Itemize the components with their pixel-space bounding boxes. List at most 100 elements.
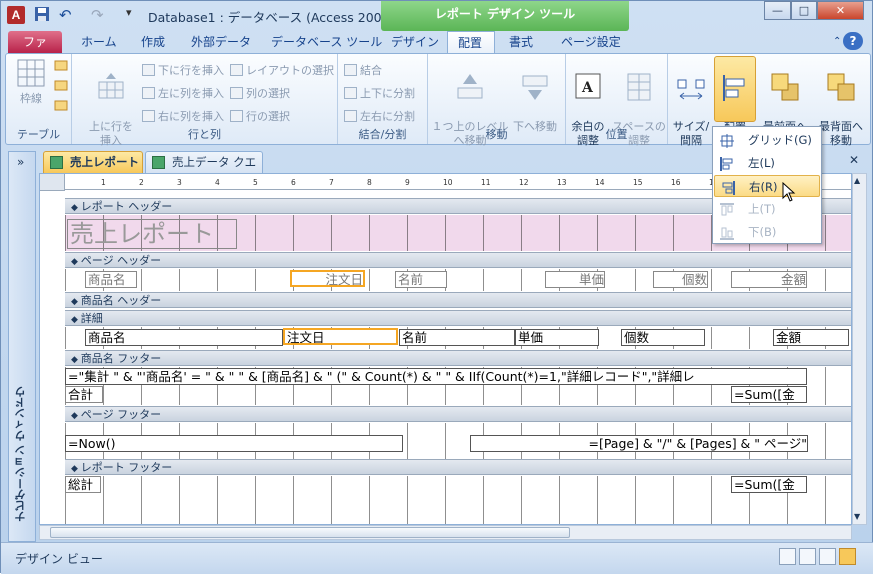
label-price[interactable]: 単価 xyxy=(545,271,605,288)
scroll-up-icon[interactable]: ▲ xyxy=(854,176,860,185)
label-product[interactable]: 商品名 xyxy=(85,271,137,288)
ribbon-tabs: ファイル ホーム 作成 外部データ データベース ツール デザイン 配置 書式 … xyxy=(1,29,873,71)
print-preview-icon[interactable] xyxy=(799,548,816,565)
table-layout-icons[interactable] xyxy=(54,59,68,121)
group-rows-columns: 上に行を 挿入 下に行を挿入 左に列を挿入 右に列を挿入 レイアウトの選択 列の… xyxy=(72,54,338,147)
align-bottom-icon xyxy=(720,225,734,240)
page-number-textbox[interactable]: =[Page] & "/" & [Pages] & " ページ" xyxy=(470,435,808,452)
split-vertical-button[interactable]: 上下に分割 xyxy=(344,85,415,101)
gridlines-button[interactable]: 枠線 xyxy=(14,58,48,106)
horizontal-scrollbar[interactable] xyxy=(39,525,852,540)
group-move: １つ上のレベル へ移動 下へ移動 移動 xyxy=(428,54,566,147)
insert-col-right-button[interactable]: 右に列を挿入 xyxy=(142,108,224,124)
band-report-footer[interactable]: 総計 =Sum([金 xyxy=(65,476,851,524)
report-title-label[interactable]: 売上レポート xyxy=(67,219,237,249)
tab-home[interactable]: ホーム xyxy=(71,31,127,53)
band-page-header[interactable]: 商品名 注文日 名前 単価 個数 金額 xyxy=(65,269,851,291)
align-button[interactable]: 配置 xyxy=(714,56,756,134)
vertical-scrollbar[interactable]: ▲ ▼ xyxy=(852,173,867,525)
navigation-pane[interactable]: » ナビゲーション ウィンドウ xyxy=(8,151,36,542)
scroll-down-icon[interactable]: ▼ xyxy=(854,512,860,521)
label-grand-total[interactable]: 総計 xyxy=(65,476,101,493)
tab-page-setup[interactable]: ページ設定 xyxy=(551,31,631,53)
menu-align-bottom[interactable]: 下(B) xyxy=(714,221,820,243)
align-dropdown-menu: グリッド(G) 左(L) 右(R) 上(T) 下(B) xyxy=(712,126,822,244)
insert-row-below-button[interactable]: 下に行を挿入 xyxy=(142,62,224,78)
subtotal-sum-textbox[interactable]: =Sum([金 xyxy=(731,386,807,403)
access-app-icon[interactable]: A xyxy=(7,6,25,24)
move-up-icon xyxy=(455,72,485,102)
section-report-footer[interactable]: ◆ レポート フッター xyxy=(65,459,851,475)
select-row-button[interactable]: 行の選択 xyxy=(230,108,290,124)
minimize-button[interactable]: — xyxy=(764,1,791,20)
label-subtotal[interactable]: 合計 xyxy=(65,386,103,403)
section-page-footer[interactable]: ◆ ページ フッター xyxy=(65,406,851,422)
size-space-button[interactable]: サイズ/ 間隔 xyxy=(670,58,712,148)
grand-total-sum-textbox[interactable]: =Sum([金 xyxy=(731,476,807,493)
send-to-back-button[interactable]: 最背面へ 移動 xyxy=(814,58,868,148)
split-horizontal-button[interactable]: 左右に分割 xyxy=(344,108,415,124)
report-view-icon[interactable] xyxy=(779,548,796,565)
tab-design[interactable]: デザイン xyxy=(381,31,449,53)
section-page-header[interactable]: ◆ ページ ヘッダー xyxy=(65,252,851,268)
label-name[interactable]: 名前 xyxy=(395,271,447,288)
field-amount[interactable]: 金額 xyxy=(773,329,849,346)
menu-align-left[interactable]: 左(L) xyxy=(714,152,820,174)
field-quantity[interactable]: 個数 xyxy=(621,329,705,346)
status-bar: デザイン ビュー xyxy=(1,542,873,574)
help-icon[interactable]: ? xyxy=(843,32,863,50)
layout-view-icon[interactable] xyxy=(819,548,836,565)
section-group-footer[interactable]: ◆ 商品名 フッター xyxy=(65,350,851,366)
band-page-footer[interactable]: =Now() =[Page] & "/" & [Pages] & " ページ" xyxy=(65,423,851,461)
design-view-icon[interactable] xyxy=(839,548,856,565)
close-document-icon[interactable]: ✕ xyxy=(849,153,859,167)
menu-align-grid[interactable]: グリッド(G) xyxy=(714,129,820,151)
query-icon xyxy=(152,156,165,169)
doc-tab-sales-query[interactable]: 売上データ クエリ xyxy=(145,151,263,190)
field-product[interactable]: 商品名 xyxy=(85,329,283,346)
ruler-number: 2 xyxy=(139,178,144,187)
tab-format[interactable]: 書式 xyxy=(499,31,543,53)
move-down-button[interactable]: 下へ移動 xyxy=(510,58,560,134)
select-layout-button[interactable]: レイアウトの選択 xyxy=(230,62,334,78)
band-detail[interactable]: 商品名 注文日 名前 単価 個数 金額 xyxy=(65,327,851,349)
doc-tab-sales-report[interactable]: 売上レポート xyxy=(43,151,143,173)
menu-align-top[interactable]: 上(T) xyxy=(714,198,820,220)
gridlines-icon xyxy=(16,58,46,88)
svg-text:A: A xyxy=(581,80,594,96)
merge-button[interactable]: 結合 xyxy=(344,62,382,78)
nav-pane-toggle[interactable]: » xyxy=(17,155,24,169)
access-window: A ↶ ↷ ▾ Database1 : データベース (Access 200..… xyxy=(0,0,873,574)
tab-create[interactable]: 作成 xyxy=(131,31,175,53)
undo-icon[interactable]: ↶ xyxy=(59,6,72,24)
close-button[interactable]: ✕ xyxy=(817,1,864,20)
ruler-number: 16 xyxy=(671,178,681,187)
group-summary-textbox[interactable]: ="集計 " & "'商品名' = " & " " & [商品名] & " ("… xyxy=(65,368,807,385)
save-icon[interactable] xyxy=(34,6,50,24)
horizontal-scroll-thumb[interactable] xyxy=(50,527,570,538)
field-price[interactable]: 単価 xyxy=(515,329,599,346)
tab-external-data[interactable]: 外部データ xyxy=(181,31,261,53)
tab-database-tools[interactable]: データベース ツール xyxy=(261,31,392,53)
label-quantity[interactable]: 個数 xyxy=(653,271,708,288)
band-group-footer[interactable]: ="集計 " & "'商品名' = " & " " & [商品名] & " ("… xyxy=(65,367,851,405)
tab-arrange[interactable]: 配置 xyxy=(447,31,495,53)
field-name[interactable]: 名前 xyxy=(399,329,515,346)
redo-icon[interactable]: ↷ xyxy=(91,6,104,24)
select-column-button[interactable]: 列の選択 xyxy=(230,85,290,101)
maximize-button[interactable]: □ xyxy=(791,1,817,20)
insert-col-left-button[interactable]: 左に列を挿入 xyxy=(142,85,224,101)
ruler-number: 1 xyxy=(101,178,106,187)
tab-file[interactable]: ファイル xyxy=(8,31,62,71)
padding-icon xyxy=(624,72,654,102)
label-order-date[interactable]: 注文日 xyxy=(290,270,365,287)
label-amount[interactable]: 金額 xyxy=(731,271,807,288)
customize-qat-icon[interactable]: ▾ xyxy=(126,6,132,24)
section-group-header[interactable]: ◆ 商品名 ヘッダー xyxy=(65,292,851,308)
report-selector[interactable] xyxy=(40,174,65,191)
now-textbox[interactable]: =Now() xyxy=(65,435,403,452)
menu-align-right[interactable]: 右(R) xyxy=(714,175,820,197)
field-order-date[interactable]: 注文日 xyxy=(283,328,398,345)
insert-row-above-icon xyxy=(96,72,126,102)
section-detail[interactable]: ◆ 詳細 xyxy=(65,310,851,326)
